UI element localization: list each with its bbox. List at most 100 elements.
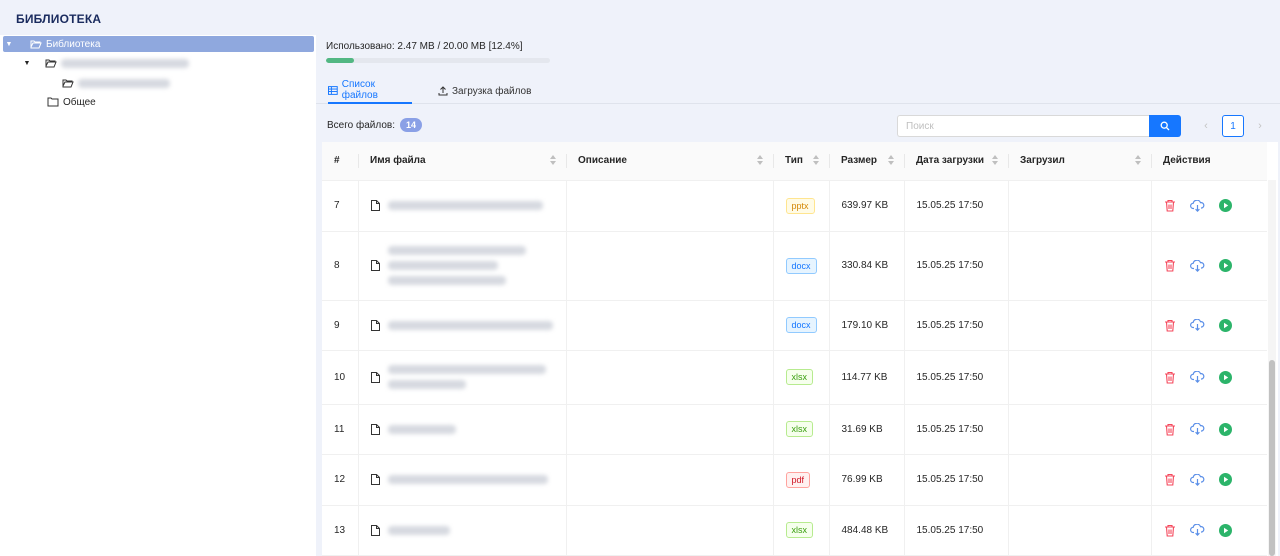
description-cell xyxy=(566,505,774,556)
cloud-download-icon[interactable] xyxy=(1189,199,1205,212)
type-cell: pptx xyxy=(773,180,830,232)
table-row[interactable]: 11 xlsx 31.69 KB 15.05.25 17:50 xyxy=(322,404,1267,455)
redacted-file-name xyxy=(387,475,548,484)
date-cell: 15.05.25 17:50 xyxy=(904,300,1009,351)
file-name-cell[interactable] xyxy=(358,404,567,455)
sort-icon[interactable] xyxy=(888,155,894,165)
play-icon[interactable] xyxy=(1218,523,1232,537)
col-header-desc[interactable]: Описание xyxy=(566,142,773,181)
search-input[interactable] xyxy=(897,115,1149,137)
search-box xyxy=(897,115,1181,137)
sort-icon[interactable] xyxy=(757,155,763,165)
uploader-cell xyxy=(1008,505,1152,556)
play-icon[interactable] xyxy=(1218,370,1232,384)
tab-file-upload[interactable]: Загрузка файлов xyxy=(438,78,531,104)
delete-icon[interactable] xyxy=(1164,473,1176,486)
redacted-file-name xyxy=(387,320,553,330)
file-icon xyxy=(370,524,380,536)
prev-page-button[interactable]: ‹ xyxy=(1196,115,1216,137)
file-name-cell[interactable] xyxy=(358,300,567,351)
tab-bar: Список файлов Загрузка файлов xyxy=(316,70,1280,104)
sort-icon[interactable] xyxy=(813,155,819,165)
file-type-tag: docx xyxy=(785,257,817,274)
description-cell xyxy=(566,454,774,506)
tree-node-common[interactable]: Общее xyxy=(47,94,96,110)
table-row[interactable]: 8 docx 330.84 KB 15.05.25 17:50 xyxy=(322,231,1267,301)
table-scrollbar[interactable] xyxy=(1268,180,1276,556)
date-cell: 15.05.25 17:50 xyxy=(904,231,1009,301)
caret-down-icon[interactable]: ▼ xyxy=(3,41,15,48)
total-files: Всего файлов: 14 xyxy=(327,118,422,132)
file-icon xyxy=(370,200,380,211)
file-name-cell[interactable] xyxy=(358,180,567,232)
cloud-download-icon[interactable] xyxy=(1189,371,1205,383)
table-row[interactable]: 12 pdf 76.99 KB 15.05.25 17:50 xyxy=(322,454,1267,506)
redacted-file-name xyxy=(387,246,526,255)
cloud-download-icon[interactable] xyxy=(1189,259,1205,272)
sort-icon[interactable] xyxy=(1135,155,1141,165)
redacted-file-name xyxy=(387,261,498,270)
scrollbar-thumb[interactable] xyxy=(1269,360,1275,556)
table-header-row: # Имя файла Описание Тип Размер Дата заг… xyxy=(322,142,1267,181)
size-cell: 484.48 KB xyxy=(829,505,905,556)
file-name-cell[interactable] xyxy=(358,231,567,301)
cloud-download-icon[interactable] xyxy=(1189,524,1205,536)
redacted-folder-name xyxy=(61,58,189,68)
delete-icon[interactable] xyxy=(1164,423,1176,436)
size-cell: 179.10 KB xyxy=(829,300,905,351)
sort-icon[interactable] xyxy=(992,155,998,165)
date-cell: 15.05.25 17:50 xyxy=(904,404,1009,455)
row-number: 10 xyxy=(322,350,359,405)
tab-file-list[interactable]: Список файлов xyxy=(328,78,412,104)
table-row[interactable]: 7 pptx 639.97 KB 15.05.25 17:50 xyxy=(322,180,1267,232)
delete-icon[interactable] xyxy=(1164,259,1176,272)
table-row[interactable]: 10 xlsx 114.77 KB 15.05.25 17:50 xyxy=(322,350,1267,405)
delete-icon[interactable] xyxy=(1164,371,1176,384)
file-name-cell[interactable] xyxy=(358,505,567,556)
play-icon[interactable] xyxy=(1218,422,1232,436)
actions-cell xyxy=(1151,505,1267,556)
caret-down-icon[interactable]: ▼ xyxy=(21,60,33,67)
actions-cell xyxy=(1151,180,1267,232)
next-page-button[interactable]: › xyxy=(1250,115,1270,137)
cloud-download-icon[interactable] xyxy=(1189,319,1205,331)
table-row[interactable]: 13 xlsx 484.48 KB 15.05.25 17:50 xyxy=(322,505,1267,556)
col-header-type[interactable]: Тип xyxy=(773,142,829,181)
sort-icon[interactable] xyxy=(550,155,556,165)
play-icon[interactable] xyxy=(1218,199,1232,212)
file-type-tag: docx xyxy=(785,317,817,333)
col-header-name[interactable]: Имя файла xyxy=(358,142,566,181)
delete-icon[interactable] xyxy=(1164,199,1176,212)
col-header-date[interactable]: Дата загрузки xyxy=(904,142,1008,181)
play-icon[interactable] xyxy=(1218,473,1232,486)
delete-icon[interactable] xyxy=(1164,319,1176,332)
cloud-download-icon[interactable] xyxy=(1189,473,1205,486)
file-name-cell[interactable] xyxy=(358,454,567,506)
search-button[interactable] xyxy=(1149,115,1181,137)
play-icon[interactable] xyxy=(1218,259,1232,272)
page-number[interactable]: 1 xyxy=(1222,115,1244,137)
redacted-file-name xyxy=(387,525,450,535)
uploader-cell xyxy=(1008,300,1152,351)
tree-node-subfolder[interactable] xyxy=(62,75,170,91)
file-name-cell[interactable] xyxy=(358,350,567,405)
uploader-cell xyxy=(1008,350,1152,405)
type-cell: pdf xyxy=(773,454,830,506)
tree-node-folder[interactable]: ▼ xyxy=(21,55,189,71)
tab-label: Загрузка файлов xyxy=(452,85,532,97)
delete-icon[interactable] xyxy=(1164,524,1176,537)
total-files-label: Всего файлов: xyxy=(327,119,395,131)
actions-cell xyxy=(1151,404,1267,455)
file-icon xyxy=(370,319,380,331)
uploader-cell xyxy=(1008,231,1152,301)
description-cell xyxy=(566,404,774,455)
col-header-uploader[interactable]: Загрузил xyxy=(1008,142,1151,181)
tree-node-library[interactable]: ▼ Библиотека xyxy=(3,36,314,52)
col-header-size[interactable]: Размер xyxy=(829,142,904,181)
date-cell: 15.05.25 17:50 xyxy=(904,454,1009,506)
table-row[interactable]: 9 docx 179.10 KB 15.05.25 17:50 xyxy=(322,300,1267,351)
cloud-download-icon[interactable] xyxy=(1189,423,1205,435)
actions-cell xyxy=(1151,300,1267,351)
col-header-num: # xyxy=(322,142,358,181)
play-icon[interactable] xyxy=(1218,318,1232,332)
